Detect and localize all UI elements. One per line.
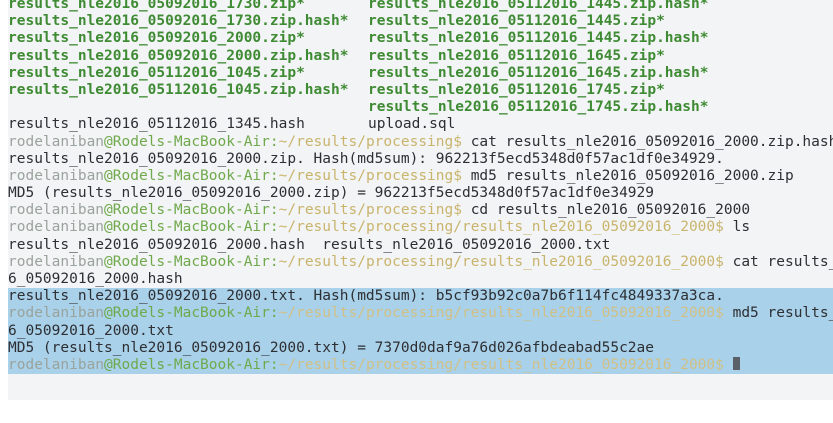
prompt-line: rodelaniban@Rodels-MacBook-Air:~/results… — [8, 305, 833, 323]
listing-file: results_nle2016_05092016_2000.zip.hash* — [8, 47, 349, 64]
listing-line: results_nle2016_05092016_2000.zip* result… — [8, 30, 833, 47]
prompt-line: rodelaniban@Rodels-MacBook-Air:~/results… — [8, 254, 833, 271]
command-text: cat results_nle201 — [732, 253, 833, 270]
listing-file: results_nle2016_05112016_1745.zip* — [368, 81, 665, 98]
output-text: MD5 (results_nle2016_05092016_2000.zip) … — [8, 185, 655, 202]
output-line: MD5 (results_nle2016_05092016_2000.zip) … — [8, 185, 833, 202]
prompt-user: rodelaniban — [8, 202, 105, 219]
prompt-path: ~/results/processing$ — [278, 133, 462, 150]
prompt-host: @Rodels-MacBook-Air: — [104, 133, 279, 150]
listing-file: results_nle2016_05092016_1730.zip* — [8, 0, 305, 12]
listing-file: results_nle2016_05112016_1045.zip* — [8, 64, 305, 81]
prompt-host: @Rodels-MacBook-Air: — [104, 356, 279, 373]
listing-line: results_nle2016_05112016_1745.zip.hash* — [8, 99, 833, 116]
prompt-user: rodelaniban — [8, 133, 105, 150]
prompt-user: rodelaniban — [8, 305, 105, 322]
terminal-output[interactable]: results_nle2016_05092016_1730.zip* result… — [8, 0, 833, 375]
prompt-path: ~/results/processing$ — [278, 202, 462, 219]
output-line: MD5 (results_nle2016_05092016_2000.txt) … — [8, 339, 833, 357]
command-text: cat results_nle2016_05092016_2000.zip.ha… — [461, 133, 833, 150]
prompt-line: rodelaniban@Rodels-MacBook-Air:~/results… — [8, 202, 833, 219]
listing-line: results_nle2016_05092016_1730.zip* result… — [8, 0, 833, 13]
terminal-screen: results_nle2016_05092016_1730.zip* result… — [8, 0, 833, 400]
listing-line: results_nle2016_05092016_1730.zip.hash* r… — [8, 13, 833, 30]
command-text: md5 results_nle2016_05092016_2000.zip — [461, 167, 794, 184]
listing-line: results_nle2016_05092016_2000.zip.hash* r… — [8, 48, 833, 65]
listing-file: results_nle2016_05092016_1730.zip.hash* — [8, 13, 349, 30]
listing-file: results_nle2016_05112016_1645.zip* — [368, 47, 665, 64]
listing-line: results_nle2016_05112016_1345.hash upload… — [8, 116, 833, 133]
output-line: results_nle2016_05092016_2000.zip. Hash(… — [8, 151, 833, 168]
output-line: results_nle2016_05092016_2000.hash resul… — [8, 237, 833, 254]
listing-file: results_nle2016_05112016_1045.zip.hash* — [8, 81, 349, 98]
output-text: results_nle2016_05092016_2000.txt. Hash(… — [8, 288, 724, 305]
listing-file: results_nle2016_05112016_1445.zip* — [368, 13, 665, 30]
output-line: 6_05092016_2000.txt — [8, 322, 833, 340]
output-text: MD5 (results_nle2016_05092016_2000.txt) … — [8, 339, 655, 356]
prompt-host: @Rodels-MacBook-Air: — [104, 219, 279, 236]
prompt-user: rodelaniban — [8, 219, 105, 236]
prompt-host: @Rodels-MacBook-Air: — [104, 167, 279, 184]
prompt-line: rodelaniban@Rodels-MacBook-Air:~/results… — [8, 356, 833, 375]
prompt-host: @Rodels-MacBook-Air: — [104, 253, 279, 270]
prompt-path: ~/results/processing/results_nle2016_050… — [278, 305, 724, 322]
prompt-user: rodelaniban — [8, 253, 105, 270]
output-text: results_nle2016_05092016_2000.zip. Hash(… — [8, 150, 724, 167]
prompt-path: ~/results/processing/results_nle2016_050… — [278, 219, 724, 236]
text-cursor — [732, 356, 740, 370]
listing-file: results_nle2016_05112016_1445.zip.hash* — [368, 0, 709, 12]
listing-file: results_nle2016_05112016_1745.zip.hash* — [368, 99, 709, 116]
output-text: 6_05092016_2000.txt — [8, 322, 174, 339]
command-text: cd results_nle2016_05092016_2000 — [461, 202, 751, 219]
prompt-path: ~/results/processing/results_nle2016_050… — [278, 253, 724, 270]
prompt-path: ~/results/processing$ — [278, 167, 462, 184]
listing-file: upload.sql — [368, 116, 456, 133]
prompt-host: @Rodels-MacBook-Air: — [104, 305, 279, 322]
listing-file: results_nle2016_05092016_2000.zip* — [8, 30, 305, 47]
prompt-line: rodelaniban@Rodels-MacBook-Air:~/results… — [8, 219, 833, 236]
prompt-path: ~/results/processing/results_nle2016_050… — [278, 356, 724, 373]
listing-file: results_nle2016_05112016_1645.zip.hash* — [368, 64, 709, 81]
prompt-host: @Rodels-MacBook-Air: — [104, 202, 279, 219]
output-text: 6_05092016_2000.hash — [8, 271, 183, 287]
prompt-user: rodelaniban — [8, 167, 105, 184]
output-text: results_nle2016_05092016_2000.hash resul… — [8, 236, 611, 253]
listing-line: results_nle2016_05112016_1045.zip.hash* r… — [8, 82, 833, 99]
command-text — [724, 357, 733, 373]
prompt-line: rodelaniban@Rodels-MacBook-Air:~/results… — [8, 134, 833, 151]
listing-file: results_nle2016_05112016_1445.zip.hash* — [368, 30, 709, 47]
listing-line: results_nle2016_05112016_1045.zip* result… — [8, 65, 833, 82]
command-text: md5 results_nle201 — [732, 305, 833, 322]
prompt-user: rodelaniban — [8, 356, 105, 373]
command-text: ls — [723, 219, 751, 236]
output-line: results_nle2016_05092016_2000.txt. Hash(… — [8, 288, 833, 306]
listing-file: results_nle2016_05112016_1345.hash — [8, 116, 305, 133]
output-line: 6_05092016_2000.hash — [8, 271, 833, 288]
prompt-line: rodelaniban@Rodels-MacBook-Air:~/results… — [8, 168, 833, 185]
